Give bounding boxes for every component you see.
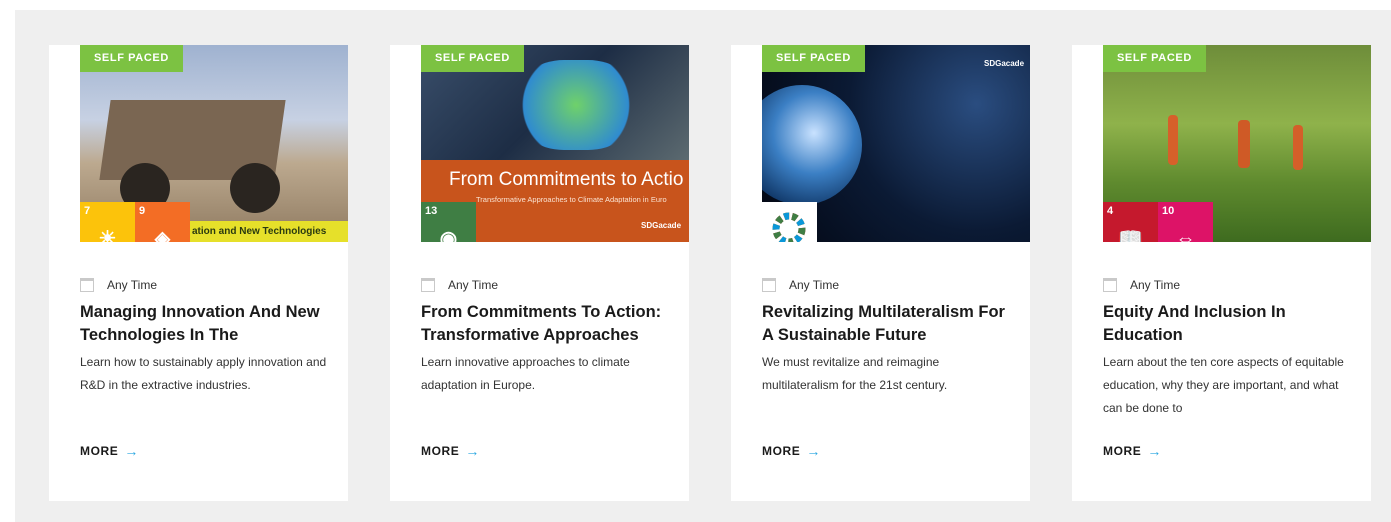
sdg-10-tile: 10 ⇔ (1158, 202, 1213, 242)
more-link[interactable]: MORE → (1103, 443, 1162, 459)
child-figure (1238, 120, 1250, 168)
arrow-right-icon: → (465, 443, 481, 459)
image-subcaption: Transformative Approaches to Climate Ada… (476, 195, 667, 204)
course-card[interactable]: 4 📖 10 ⇔ SELF PACED Any Time Equity And … (1072, 45, 1371, 501)
calendar-icon (80, 278, 94, 292)
book-icon: 📖 (1118, 228, 1143, 242)
cubes-icon: ◈ (154, 228, 171, 242)
sdg-9-tile: 9 ◈ (135, 202, 190, 242)
equality-icon: ⇔ (1175, 228, 1196, 242)
course-card[interactable]: ation and New Technologies 7 ☀ 9 ◈ SELF … (49, 45, 348, 501)
image-caption: From Commitments to Actio (449, 169, 684, 190)
course-title[interactable]: Managing Innovation And New Technologies… (80, 301, 330, 347)
course-title[interactable]: Equity And Inclusion In Education (1103, 301, 1353, 347)
self-paced-badge: SELF PACED (421, 45, 524, 72)
sdg-academy-logo: SDGacade (641, 221, 682, 230)
course-thumbnail[interactable]: From Commitments to Actio Transformative… (421, 45, 689, 242)
arrow-right-icon: → (124, 443, 140, 459)
course-title[interactable]: Revitalizing Multilateralism For A Susta… (762, 301, 1012, 347)
self-paced-badge: SELF PACED (1103, 45, 1206, 72)
sdg-academy-logo: SDGacade (984, 59, 1025, 68)
course-thumbnail[interactable]: 4 📖 10 ⇔ (1103, 45, 1371, 242)
arrow-right-icon: → (1147, 443, 1163, 459)
course-thumbnail[interactable]: ation and New Technologies 7 ☀ 9 ◈ (80, 45, 348, 242)
meta-text: Any Time (448, 278, 499, 292)
course-meta: Any Time (421, 277, 498, 293)
sun-icon: ☀ (98, 228, 117, 242)
eye-globe-icon: ◉ (439, 228, 458, 242)
image-caption: ation and New Technologies (180, 221, 348, 242)
child-figure (1168, 115, 1178, 165)
course-meta: Any Time (1103, 277, 1180, 293)
self-paced-badge: SELF PACED (80, 45, 183, 72)
sdg-4-tile: 4 📖 (1103, 202, 1158, 242)
map-visual (516, 60, 636, 150)
arrow-right-icon: → (806, 443, 822, 459)
course-description: Learn how to sustainably apply innovatio… (80, 355, 327, 392)
more-link[interactable]: MORE → (80, 443, 139, 459)
course-card[interactable]: SDGacade SELF PACED Any Time Revitalizin… (731, 45, 1030, 501)
course-description: Learn innovative approaches to climate a… (421, 355, 630, 392)
self-paced-badge: SELF PACED (762, 45, 865, 72)
sdg-7-tile: 7 ☀ (80, 202, 135, 242)
meta-text: Any Time (107, 278, 158, 292)
sdg-wheel-icon (772, 212, 806, 242)
calendar-icon (762, 278, 776, 292)
sdg-13-tile: 13 ◉ (421, 202, 476, 242)
calendar-icon (421, 278, 435, 292)
course-description: Learn about the ten core aspects of equi… (1103, 355, 1344, 415)
child-figure (1293, 125, 1303, 170)
sdg-wheel-tile (762, 202, 817, 242)
course-thumbnail[interactable]: SDGacade (762, 45, 1030, 242)
calendar-icon (1103, 278, 1117, 292)
meta-text: Any Time (789, 278, 840, 292)
more-link[interactable]: MORE → (762, 443, 821, 459)
course-description: We must revitalize and reimagine multila… (762, 355, 948, 392)
earth-illustration (762, 85, 862, 205)
meta-text: Any Time (1130, 278, 1181, 292)
course-meta: Any Time (762, 277, 839, 293)
course-meta: Any Time (80, 277, 157, 293)
course-title[interactable]: From Commitments To Action: Transformati… (421, 301, 671, 347)
more-link[interactable]: MORE → (421, 443, 480, 459)
course-card[interactable]: From Commitments to Actio Transformative… (390, 45, 689, 501)
